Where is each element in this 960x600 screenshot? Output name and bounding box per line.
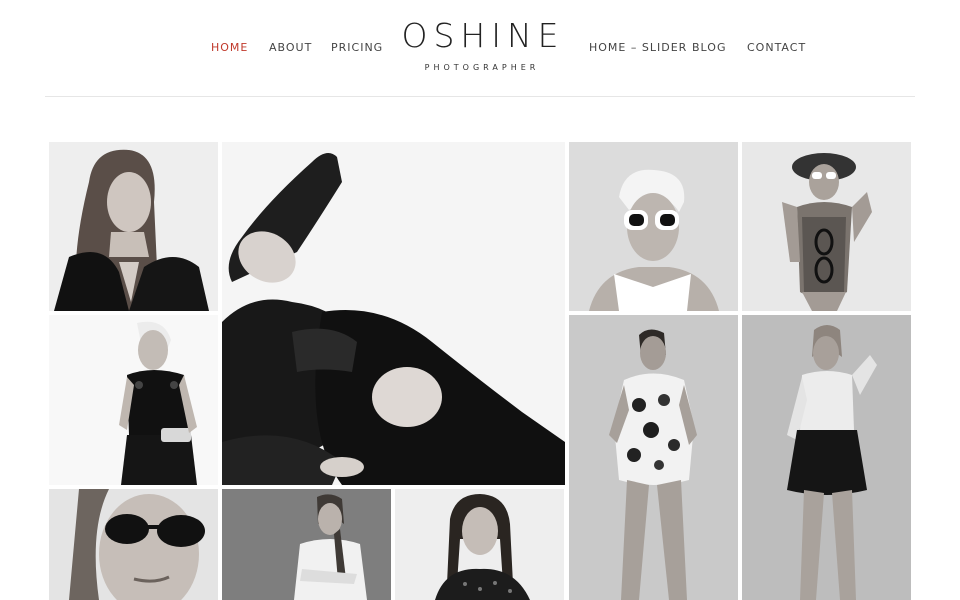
photo-image xyxy=(742,315,911,600)
gallery-photo-9[interactable] xyxy=(222,489,391,600)
photo-image xyxy=(49,315,218,485)
gallery-photo-5[interactable] xyxy=(49,315,218,485)
header-divider xyxy=(45,96,915,97)
site-header: HOME ABOUT PRICING OSHINE PHOTOGRAPHER H… xyxy=(0,0,960,97)
photo-image xyxy=(222,142,565,485)
nav-home-slider[interactable]: HOME – SLIDER xyxy=(589,42,687,54)
photo-image xyxy=(222,489,391,600)
nav-home[interactable]: HOME xyxy=(211,42,248,54)
photo-image xyxy=(742,142,911,311)
photo-image xyxy=(395,489,564,600)
gallery-photo-7[interactable] xyxy=(742,315,911,600)
logo-title: OSHINE xyxy=(401,16,565,55)
site-logo[interactable]: OSHINE PHOTOGRAPHER xyxy=(380,16,580,73)
gallery-photo-2[interactable] xyxy=(222,142,565,485)
gallery-photo-8[interactable] xyxy=(49,489,218,600)
nav-contact[interactable]: CONTACT xyxy=(747,42,806,54)
gallery-photo-3[interactable] xyxy=(569,142,738,311)
photo-image xyxy=(569,315,738,600)
gallery-photo-6[interactable] xyxy=(569,315,738,600)
photo-image xyxy=(49,142,218,311)
logo-subtitle: PHOTOGRAPHER xyxy=(424,63,540,72)
page: HOME ABOUT PRICING OSHINE PHOTOGRAPHER H… xyxy=(0,0,960,600)
gallery-photo-1[interactable] xyxy=(49,142,218,311)
nav-about[interactable]: ABOUT xyxy=(269,42,312,54)
photo-image xyxy=(49,489,218,600)
nav-pricing[interactable]: PRICING xyxy=(331,42,383,54)
photo-image xyxy=(569,142,738,311)
nav-blog[interactable]: BLOG xyxy=(692,42,726,54)
gallery-photo-4[interactable] xyxy=(742,142,911,311)
gallery-photo-10[interactable] xyxy=(395,489,564,600)
